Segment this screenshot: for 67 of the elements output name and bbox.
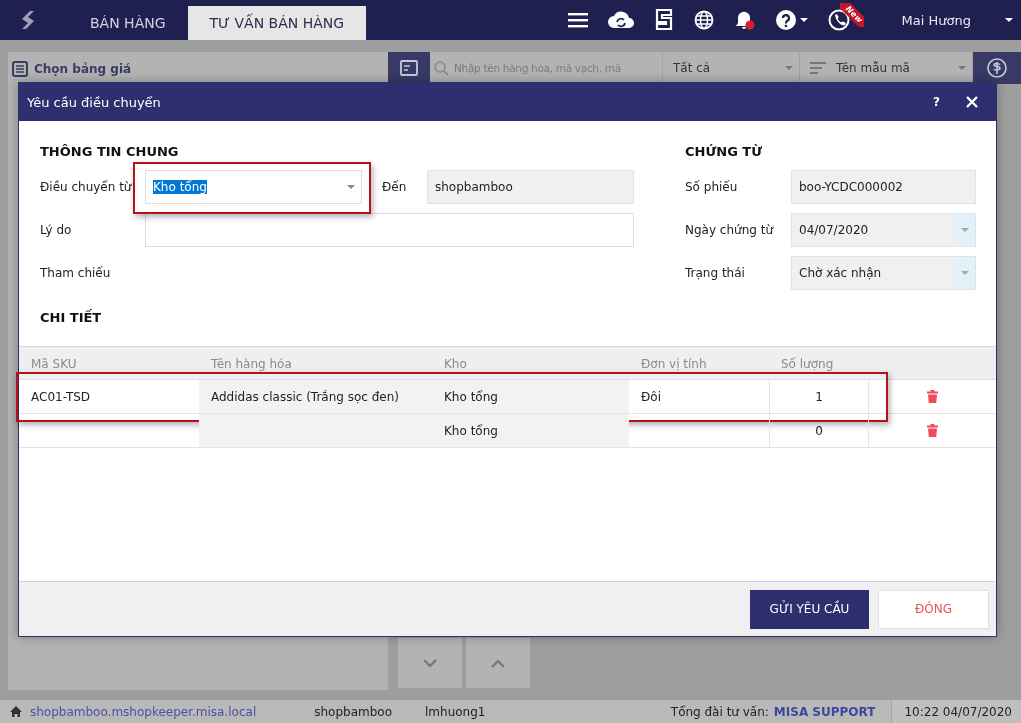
- dollar-icon: [987, 58, 1007, 78]
- column-header: Đơn vị tính: [641, 357, 707, 371]
- hotline-link[interactable]: MISA SUPPORT: [773, 704, 876, 719]
- table-cell: Addidas classic (Trắng sọc đen): [199, 380, 432, 413]
- send-request-button[interactable]: GỬI YÊU CẦU: [750, 589, 869, 629]
- table-cell: Kho tổng: [432, 380, 629, 413]
- card-view-button[interactable]: [388, 52, 430, 84]
- tab[interactable]: BÁN HÀNG: [68, 6, 188, 40]
- price-list-label[interactable]: Chọn bảng giá: [34, 62, 132, 76]
- hotline-label: Tổng đài tư vấn:: [670, 704, 769, 719]
- user-name: lmhuong1: [425, 704, 486, 719]
- price-list-icon[interactable]: [12, 61, 28, 77]
- table-cell: 1: [769, 380, 869, 413]
- caret-icon: [958, 66, 966, 70]
- globe-icon[interactable]: [693, 10, 714, 30]
- table-cell: 0: [769, 414, 869, 447]
- close-icon[interactable]: [966, 96, 978, 108]
- search-icon: [434, 60, 449, 76]
- host-link[interactable]: shopbamboo.mshopkeeper.misa.local: [30, 704, 257, 719]
- field-label: Lý do: [40, 223, 73, 237]
- reason-field[interactable]: [145, 213, 634, 247]
- table-cell-text: Đôi: [640, 388, 662, 406]
- table-cell: Kho tổng: [432, 414, 629, 447]
- document-number-field: boo-YCDC000002: [791, 170, 976, 204]
- menu-icon[interactable]: [567, 11, 588, 29]
- table-cell-text: AC01-TSD: [30, 388, 92, 406]
- field-label: Tham chiếu: [40, 266, 112, 280]
- dialog-title: Yêu cầu điều chuyển: [27, 94, 162, 110]
- help-icon[interactable]: [775, 10, 796, 30]
- section-heading: THÔNG TIN CHUNG: [40, 143, 180, 159]
- warehouse-dropdown[interactable]: Kho tổng: [145, 170, 362, 204]
- document-dropdown[interactable]: 04/07/2020: [791, 213, 976, 247]
- home-icon[interactable]: [10, 706, 22, 717]
- field-label: Trạng thái: [685, 266, 746, 280]
- column-header: Số lượng: [781, 357, 834, 371]
- section-heading: CHỨNG TỪ: [685, 143, 764, 159]
- column-header: Kho: [444, 357, 467, 371]
- field-label: Ngày chứng từ: [685, 223, 775, 237]
- sort-dropdown[interactable]: Tên mẫu mã: [800, 52, 973, 84]
- caret-icon: [785, 66, 793, 70]
- field-label: Số phiếu: [685, 180, 739, 194]
- column-header: Mã SKU: [31, 357, 77, 371]
- chevron-up-icon: [491, 658, 505, 668]
- destination-field: shopbamboo: [427, 170, 634, 204]
- clock: 10:22 04/07/2020: [891, 700, 1021, 723]
- card-icon: [400, 60, 418, 76]
- trash-icon[interactable]: [927, 390, 938, 403]
- field-label: Điều chuyển từ: [40, 180, 133, 194]
- caret-icon[interactable]: [1005, 18, 1013, 22]
- close-button[interactable]: ĐÓNG: [878, 589, 989, 629]
- trash-icon[interactable]: [927, 424, 938, 437]
- section-heading: CHI TIẾT: [40, 310, 103, 325]
- tab[interactable]: TƯ VẤN BÁN HÀNG: [187, 6, 367, 40]
- shop-name: shopbamboo: [314, 704, 392, 719]
- sort-icon: [810, 62, 826, 74]
- caret-icon[interactable]: [799, 18, 808, 22]
- chevron-down-icon: [423, 658, 437, 668]
- s-icon[interactable]: [653, 9, 674, 31]
- column-header: Tên hàng hóa: [211, 357, 292, 371]
- field-label: Đến: [382, 180, 408, 194]
- bell-icon[interactable]: [733, 9, 756, 31]
- cloud-sync-icon[interactable]: [607, 10, 634, 30]
- currency-button[interactable]: [973, 52, 1021, 84]
- help-button[interactable]: ?: [933, 95, 940, 109]
- filter-dropdown[interactable]: Tất cả: [663, 52, 800, 84]
- user-name[interactable]: Mai Hương: [901, 12, 971, 28]
- document-dropdown[interactable]: Chờ xác nhận: [791, 256, 976, 290]
